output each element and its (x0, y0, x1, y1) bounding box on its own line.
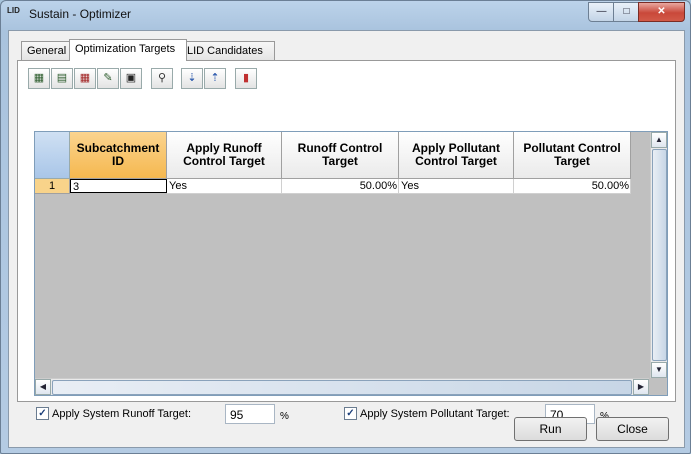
table-add-icon: ▦ (33, 72, 45, 84)
scroll-up-arrow-icon[interactable]: ▲ (651, 132, 667, 148)
save-button[interactable]: ▣ (120, 68, 142, 89)
system-runoff-checkbox[interactable]: ✓ (36, 407, 49, 420)
run-button[interactable]: Run (514, 417, 587, 441)
add-row-button[interactable]: ▦ (28, 68, 50, 89)
chart-button[interactable]: ▮ (235, 68, 257, 89)
horizontal-scroll-thumb[interactable] (52, 380, 632, 395)
cell-apply-pollutant[interactable]: Yes (399, 179, 514, 194)
system-runoff-input[interactable]: 95 (225, 404, 275, 424)
chart-icon: ▮ (242, 72, 250, 84)
cell-pollutant-target[interactable]: 50.00% (514, 179, 631, 194)
sort-up-icon: ⇡ (210, 72, 220, 84)
optimizer-window: LID Sustain - Optimizer — □ ✕ General Op… (0, 0, 691, 454)
minimize-button[interactable]: — (588, 2, 615, 22)
system-pollutant-checkbox[interactable]: ✓ (344, 407, 357, 420)
system-runoff-label: Apply System Runoff Target: (52, 407, 191, 420)
column-header-apply-runoff[interactable]: Apply Runoff Control Target (167, 132, 282, 179)
delete-row-button[interactable]: ▦ (74, 68, 96, 89)
cell-subcatchment-id[interactable]: 3 (70, 179, 167, 193)
table-edit-icon: ✎ (103, 72, 113, 84)
vertical-scrollbar[interactable]: ▲ ▼ (650, 132, 667, 378)
horizontal-scrollbar[interactable]: ◀ ▶ (35, 378, 649, 395)
tab-optimization-targets[interactable]: Optimization Targets (69, 39, 187, 61)
system-pollutant-label: Apply System Pollutant Target: (360, 407, 510, 420)
system-runoff-checkbox-row[interactable]: ✓ Apply System Runoff Target: (36, 407, 191, 420)
system-runoff-unit: % (280, 411, 289, 422)
sort-ascending-button[interactable]: ⇣ (181, 68, 203, 89)
tab-general[interactable]: General (21, 41, 75, 60)
column-header-subcatchment-id[interactable]: Subcatchment ID (70, 132, 167, 179)
vertical-scroll-thumb[interactable] (652, 149, 667, 361)
cell-apply-runoff[interactable]: Yes (167, 179, 282, 194)
magnifier-icon: ⚲ (157, 72, 167, 84)
targets-grid[interactable]: Subcatchment ID Apply Runoff Control Tar… (34, 131, 668, 396)
system-pollutant-checkbox-row[interactable]: ✓ Apply System Pollutant Target: (344, 407, 510, 420)
scroll-down-arrow-icon[interactable]: ▼ (651, 362, 667, 378)
scroll-right-arrow-icon[interactable]: ▶ (633, 379, 649, 395)
column-header-runoff-target[interactable]: Runoff Control Target (282, 132, 399, 179)
app-icon: LID (7, 6, 20, 15)
tab-lid-candidates[interactable]: LID Candidates (181, 41, 275, 60)
dialog-client-area: General Optimization Targets LID Candida… (8, 30, 685, 448)
maximize-button[interactable]: □ (613, 2, 640, 22)
sort-down-icon: ⇣ (187, 72, 197, 84)
grid-corner[interactable] (35, 132, 70, 179)
title-bar[interactable]: LID Sustain - Optimizer — □ ✕ (1, 1, 690, 27)
insert-row-button[interactable]: ▤ (51, 68, 73, 89)
column-header-apply-pollutant[interactable]: Apply Pollutant Control Target (399, 132, 514, 179)
scroll-left-arrow-icon[interactable]: ◀ (35, 379, 51, 395)
row-header[interactable]: 1 (35, 179, 70, 194)
window-title: Sustain - Optimizer (29, 7, 132, 21)
sort-descending-button[interactable]: ⇡ (204, 68, 226, 89)
optimization-targets-panel: ▦ ▤ ▦ ✎ ▣ ⚲ ⇣ ⇡ ▮ Subcatchment ID Apply … (17, 60, 676, 424)
cell-runoff-target[interactable]: 50.00% (282, 179, 399, 194)
floppy-disk-icon: ▣ (125, 72, 137, 84)
table-insert-icon: ▤ (56, 72, 68, 84)
column-header-pollutant-target[interactable]: Pollutant Control Target (514, 132, 631, 179)
find-button[interactable]: ⚲ (151, 68, 173, 89)
close-window-button[interactable]: ✕ (638, 2, 685, 22)
edit-row-button[interactable]: ✎ (97, 68, 119, 89)
table-delete-icon: ▦ (79, 72, 91, 84)
close-button[interactable]: Close (596, 417, 669, 441)
